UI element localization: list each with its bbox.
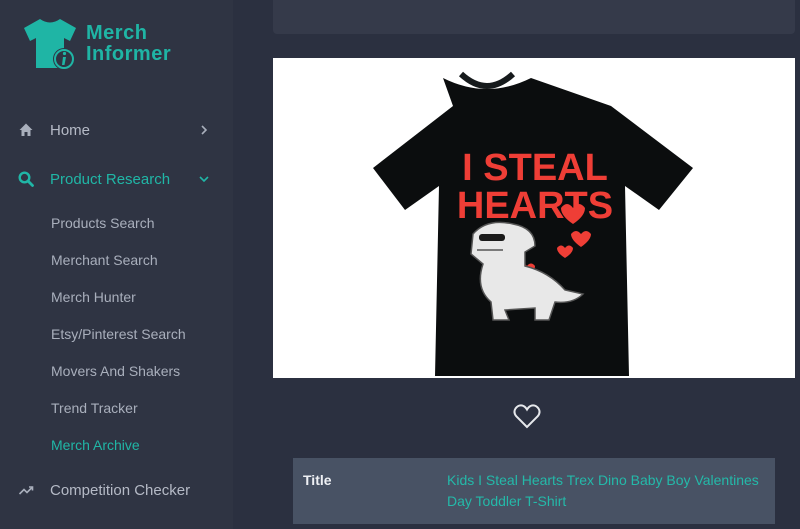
detail-key-title: Title [303,472,332,488]
shirt-print-line-2: HEARTS [457,185,613,227]
subnav-movers-and-shakers[interactable]: Movers And Shakers [51,363,180,379]
subnav-merch-archive[interactable]: Merch Archive [51,437,140,453]
sidebar: Merch Informer Home Product Research Pro… [0,0,233,529]
nav-product-research[interactable]: Product Research [0,164,233,194]
brand-logo[interactable]: Merch Informer [20,16,171,72]
nav-home-label: Home [50,121,91,139]
trending-up-icon [18,486,34,495]
subnav-merchant-search[interactable]: Merchant Search [51,252,158,268]
product-details-row: Title Kids I Steal Hearts Trex Dino Baby… [293,458,775,524]
brand-line-1: Merch [86,22,148,44]
subnav-merch-hunter[interactable]: Merch Hunter [51,289,136,305]
subnav-etsy-pinterest-search[interactable]: Etsy/Pinterest Search [51,326,186,342]
tshirt-info-icon [20,16,80,72]
brand-line-2: Informer [86,43,172,65]
nav-competition-checker[interactable]: Competition Checker [0,475,233,505]
search-icon [18,171,34,187]
detail-value-title-link[interactable]: Kids I Steal Hearts Trex Dino Baby Boy V… [447,470,765,512]
home-icon [19,123,33,136]
nav-product-research-label: Product Research [50,170,171,188]
top-panel [273,0,795,34]
subnav-products-search[interactable]: Products Search [51,215,155,231]
chevron-down-icon [199,176,209,183]
favorite-heart-icon[interactable] [512,401,542,431]
chevron-right-icon [201,125,208,135]
tshirt-graphic [373,78,693,376]
nav-competition-checker-label: Competition Checker [50,481,191,499]
brand-name: Merch Informer [86,23,171,65]
subnav-trend-tracker[interactable]: Trend Tracker [51,400,138,416]
product-image[interactable]: I STEAL HEARTS [273,58,795,378]
shirt-print-line-1: I STEAL [462,147,608,189]
nav-home[interactable]: Home [0,115,233,145]
